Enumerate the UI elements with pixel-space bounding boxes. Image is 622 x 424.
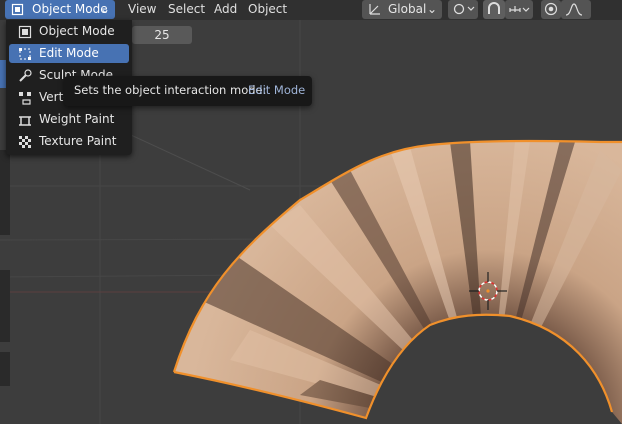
- mode-dropdown-button[interactable]: Object Mode ⌄: [5, 0, 115, 19]
- vertex-paint-icon: [18, 91, 32, 111]
- sculpt-mode-icon: [18, 69, 32, 89]
- menu-view[interactable]: View: [128, 0, 156, 19]
- texture-paint-icon: [18, 135, 32, 155]
- pivot-icon: [452, 2, 476, 19]
- object-mode-icon: [11, 3, 24, 21]
- value-field[interactable]: 25: [132, 26, 192, 44]
- snap-toggle[interactable]: [483, 0, 505, 19]
- chevron-down-icon: ⌄: [99, 2, 110, 16]
- falloff-curve-icon: [565, 2, 587, 19]
- viewport-header: Object Mode ⌄ View Select Add Object Glo…: [0, 0, 622, 20]
- object-mode-icon: [18, 25, 32, 45]
- menu-item-texture-paint[interactable]: Texture Paint: [9, 132, 129, 151]
- proportional-editing-icon: [544, 2, 558, 19]
- snap-increment-icon: [508, 2, 532, 19]
- tooltip-text: Sets the object interaction mode:: [74, 83, 267, 97]
- menu-select[interactable]: Select: [168, 0, 205, 19]
- toolbar-tab[interactable]: [0, 352, 10, 386]
- orientation-axes-icon: [367, 2, 381, 19]
- tooltip: Sets the object interaction mode: Edit M…: [64, 76, 312, 106]
- transform-orientation-label: Global: [388, 2, 427, 16]
- menu-item-weight-paint[interactable]: Weight Paint: [9, 110, 129, 129]
- menu-object[interactable]: Object: [248, 0, 287, 19]
- proportional-editing-toggle[interactable]: [541, 0, 561, 19]
- magnet-icon: [486, 2, 502, 19]
- snap-target-dropdown[interactable]: [505, 0, 533, 19]
- toolbar-tab[interactable]: [0, 150, 10, 235]
- mode-dropdown-label: Object Mode: [32, 2, 108, 16]
- menu-item-edit-mode[interactable]: Edit Mode: [9, 44, 129, 63]
- weight-paint-icon: [18, 113, 32, 133]
- transform-orientation-dropdown[interactable]: Global ⌄: [362, 0, 442, 19]
- toolbar-tab[interactable]: [0, 270, 10, 342]
- tooltip-value: Edit Mode: [248, 83, 306, 97]
- edit-mode-icon: [18, 47, 32, 67]
- chevron-down-icon: ⌄: [426, 2, 437, 16]
- menu-item-object-mode[interactable]: Object Mode: [9, 22, 129, 41]
- falloff-dropdown[interactable]: [561, 0, 591, 19]
- menu-add[interactable]: Add: [214, 0, 237, 19]
- pivot-point-dropdown[interactable]: [448, 0, 478, 19]
